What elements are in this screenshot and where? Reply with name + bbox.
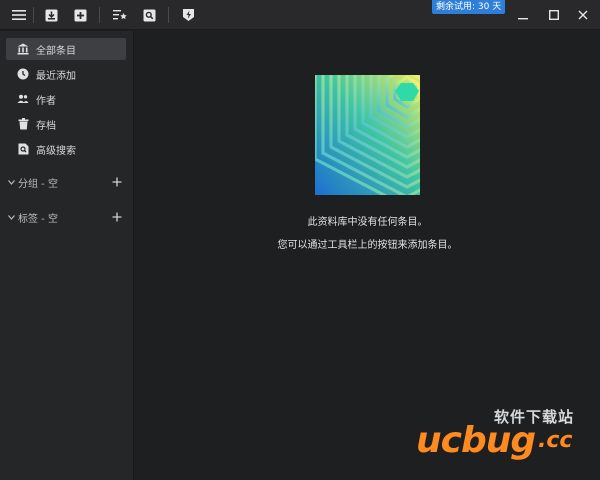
chevron-down-icon[interactable] [6,177,16,187]
sidebar-item-label: 作者 [36,95,56,107]
maximize-icon[interactable] [544,5,564,25]
section-groups[interactable]: 分组 - 空 [6,174,126,190]
lightning-icon[interactable] [178,5,198,25]
minimize-icon[interactable] [513,5,533,25]
add-icon[interactable] [70,5,90,25]
close-icon[interactable] [573,5,593,25]
people-icon [16,92,30,106]
toolbar-divider [99,7,100,23]
sidebar-item-label: 高级搜索 [36,145,76,157]
empty-message-line1: 此资料库中没有任何条目。 [307,217,428,228]
watermark-domain: .cc [538,428,573,453]
section-label: 分组 - 空 [18,178,58,190]
sidebar-item-recent[interactable]: 最近添加 [6,63,126,85]
bank-icon [16,42,30,56]
trial-badge[interactable]: 剩余试用: 30 天 [432,0,506,14]
import-icon[interactable] [41,5,61,25]
section-tags[interactable]: 标签 - 空 [6,209,126,225]
doc-search-icon [16,142,30,156]
chevron-down-icon[interactable] [6,212,16,222]
empty-library-illustration [315,75,420,195]
sidebar-item-authors[interactable]: 作者 [6,88,126,110]
sidebar-item-advanced-search[interactable]: 高级搜索 [6,138,126,160]
menu-icon[interactable] [9,5,29,25]
sidebar-item-all[interactable]: 全部条目 [6,38,126,60]
toolbar-divider [33,7,34,23]
search-icon[interactable] [139,5,159,25]
sidebar-item-label: 存档 [36,120,56,132]
add-tag-icon[interactable] [110,210,124,224]
sidebar-item-label: 全部条目 [36,45,76,57]
sidebar: 全部条目 最近添加 作者 存档 高级搜索 分组 - 空 标签 - 空 [0,31,134,480]
sidebar-item-archive[interactable]: 存档 [6,113,126,135]
trash-icon [16,117,30,131]
clock-icon [16,67,30,81]
sidebar-item-label: 最近添加 [36,70,76,82]
section-label: 标签 - 空 [18,213,58,225]
watermark: 软件下载站 ucbug .cc [398,400,598,476]
empty-message-line2: 您可以通过工具栏上的按钮来添加条目。 [277,240,458,251]
add-group-icon[interactable] [110,175,124,189]
sort-favorite-icon[interactable] [110,5,130,25]
title-bar: 剩余试用: 30 天 [0,0,600,30]
toolbar-divider [168,7,169,23]
watermark-logo: ucbug [416,420,536,461]
